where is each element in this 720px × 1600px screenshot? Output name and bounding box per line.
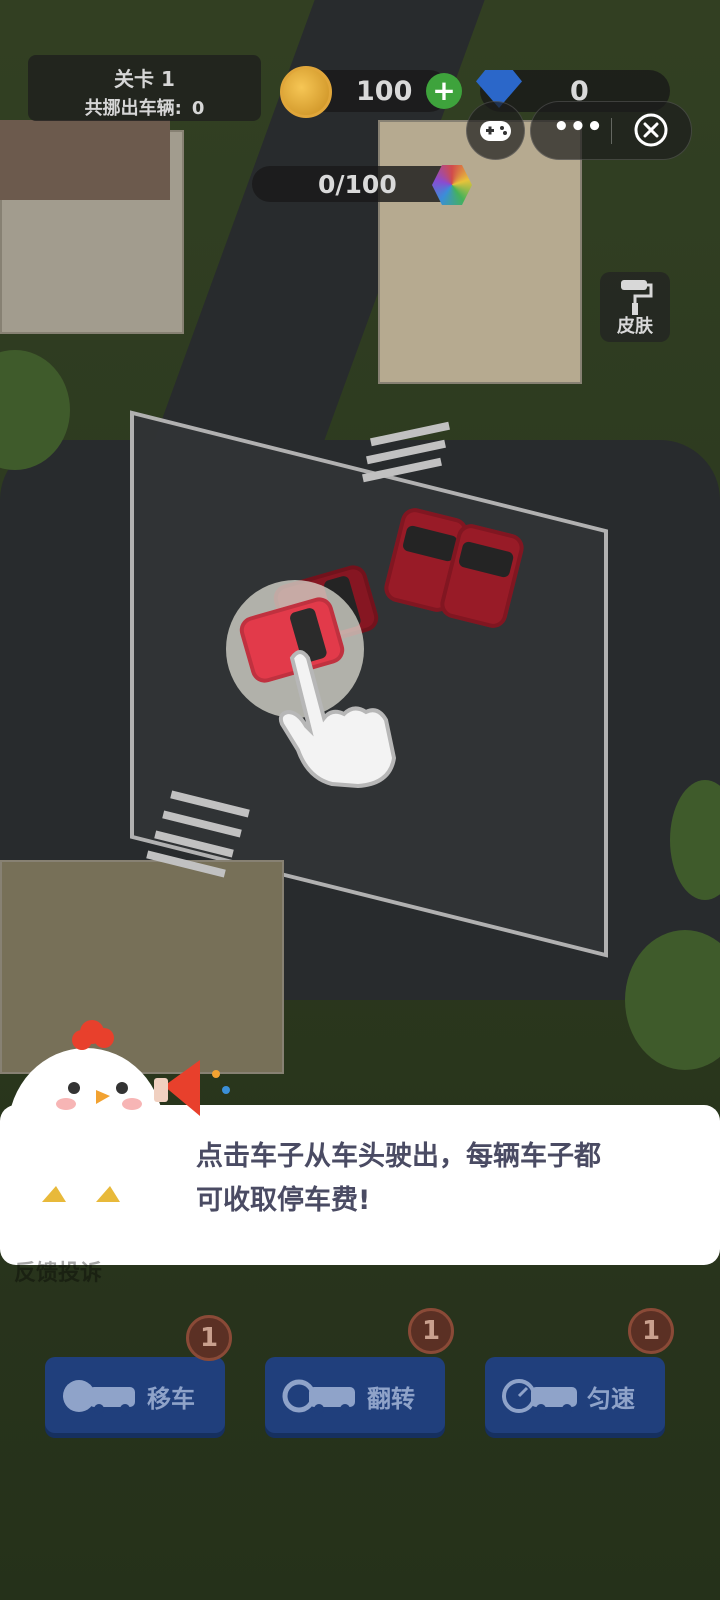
rotate-car-icon: [282, 1379, 355, 1414]
powerup-label: 匀速: [587, 1385, 635, 1413]
powerup-count-badge: 1: [408, 1308, 454, 1354]
wrench-car-icon: [63, 1380, 135, 1414]
moved-cars-count: 0: [191, 98, 205, 119]
speedometer-car-icon: [502, 1379, 577, 1414]
capsule-divider: [611, 118, 612, 144]
skin-label: 皮肤: [617, 316, 653, 337]
feedback-text[interactable]: 反馈投诉: [14, 1255, 102, 1287]
paint-roller-icon: [621, 280, 653, 315]
add-coins-button[interactable]: +: [426, 73, 462, 109]
powerup-flip-car-button[interactable]: 翻转: [265, 1357, 445, 1433]
powerup-label: 移车: [147, 1385, 195, 1413]
coin-icon: [280, 66, 332, 118]
level-title: 关卡 1: [114, 67, 175, 91]
chick-mascot-icon: [8, 1020, 230, 1212]
tutorial-message-line-1: 点击车子从车头驶出，每辆车子都: [196, 1141, 601, 1172]
more-button[interactable]: •••: [553, 112, 603, 142]
powerup-label: 翻转: [367, 1385, 415, 1413]
progress-text: 0/100: [318, 170, 397, 199]
moved-cars-label: 共挪出车辆:: [84, 98, 182, 119]
level-panel: 关卡 1 共挪出车辆: 0: [28, 55, 261, 121]
powerup-move-car-button[interactable]: 移车: [45, 1357, 225, 1433]
close-icon[interactable]: [633, 112, 669, 148]
game-stage: 关卡 1 共挪出车辆: 0 100 + 0 0/100 ••• 皮肤 点击车子从…: [0, 0, 720, 1600]
coin-amount: 100: [356, 76, 413, 107]
tutorial-message-line-2: 可收取停车费!: [196, 1185, 371, 1216]
skin-button[interactable]: 皮肤: [600, 272, 670, 342]
powerup-count-badge: 1: [628, 1308, 674, 1354]
powerup-count-badge: 1: [186, 1315, 232, 1361]
progress-counter: 0/100: [252, 166, 464, 202]
miniprogram-capsule: •••: [530, 101, 692, 160]
gamepad-button[interactable]: [466, 101, 525, 160]
gamepad-icon: [480, 121, 511, 141]
pointing-hand-icon: [278, 650, 397, 788]
powerup-steady-speed-button[interactable]: 匀速: [485, 1357, 665, 1433]
tutorial-message: 点击车子从车头驶出，每辆车子都 可收取停车费!: [196, 1135, 676, 1223]
moved-cars-counter: 共挪出车辆: 0: [28, 94, 261, 120]
